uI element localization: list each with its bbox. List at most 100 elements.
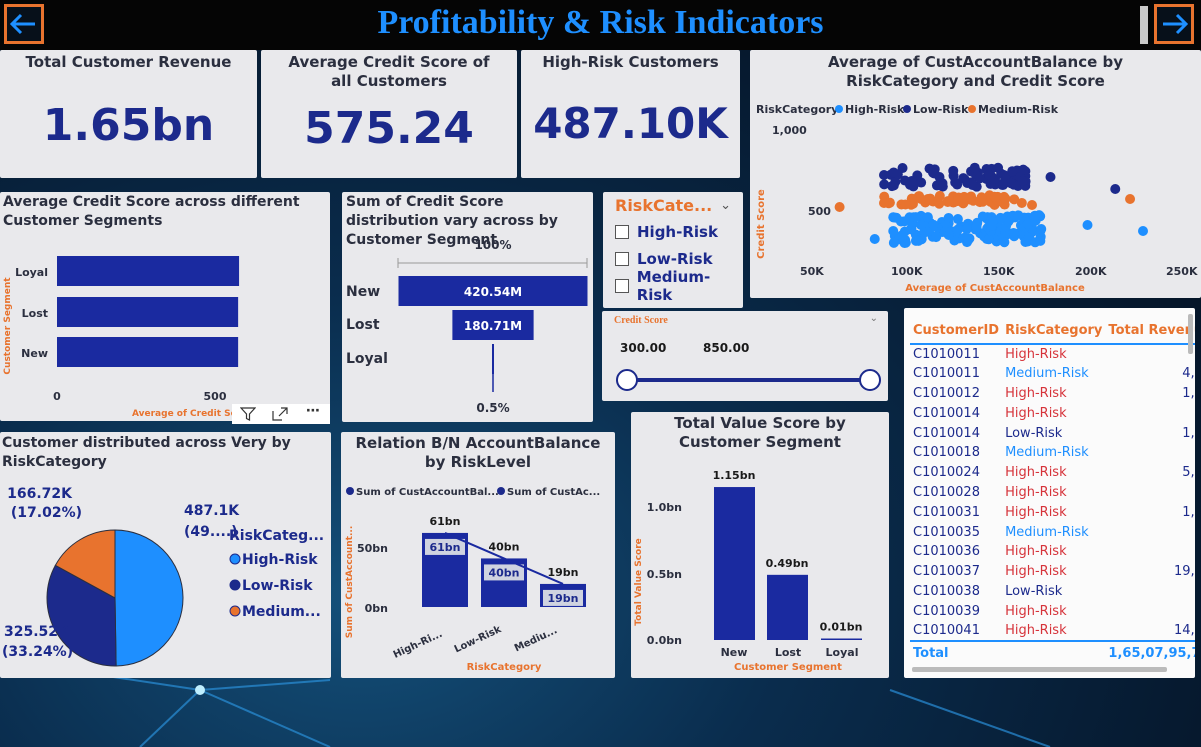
table-row[interactable]: C1010018 Medium-Risk 30. — [910, 443, 1195, 463]
column-header[interactable]: RiskCategory — [1002, 318, 1106, 345]
legend-dot-high — [229, 553, 241, 565]
pie-label: 325.52K — [4, 624, 70, 640]
vertical-scrollbar[interactable] — [1188, 314, 1193, 354]
risk-category-cell: High-Risk — [1005, 564, 1067, 580]
range-min-input[interactable]: 300.00 — [614, 335, 690, 361]
range-label: Credit Score — [614, 315, 668, 326]
scatter-point — [974, 173, 985, 184]
slicer-option-low-risk[interactable]: Low-Risk — [615, 248, 743, 269]
customer-id-cell: C1010028 — [913, 484, 980, 500]
bar-value-label: 0.01bn — [820, 621, 863, 634]
slicer-option-medium-risk[interactable]: Medium-Risk — [615, 268, 743, 304]
scatter-point — [937, 181, 948, 192]
arrow-left-icon — [9, 13, 35, 35]
scatter-point — [1082, 220, 1093, 230]
table-row[interactable]: C1010041 High-Risk 14,500. — [910, 621, 1195, 641]
bar-value-label: 1.15bn — [713, 469, 756, 482]
legend-label: High-Risk — [845, 103, 905, 116]
risk-category-cell: High-Risk — [1005, 504, 1067, 520]
value-score-chart: Total Value Score 1.0bn 0.5bn 0.0bn 1.15… — [634, 469, 863, 673]
legend-label: High-Risk — [242, 552, 318, 568]
value-bar[interactable] — [821, 638, 862, 641]
scatter-point — [869, 234, 880, 244]
funnel-bar[interactable] — [492, 344, 494, 374]
y-tick: 50bn — [357, 542, 388, 555]
table-body: C1010011 High-Risk 356. C1010011 Medium-Risk… — [910, 344, 1195, 665]
table-row[interactable]: C1010011 Medium-Risk 4,750. — [910, 364, 1195, 384]
back-button[interactable] — [4, 4, 44, 44]
table-row[interactable]: C1010014 Low-Risk 1,205. — [910, 423, 1195, 443]
table-row[interactable]: C1010012 High-Risk 1,499. — [910, 384, 1195, 404]
column-header[interactable]: Total Revenue — [1105, 318, 1195, 345]
x-tick: 500 — [204, 390, 227, 403]
funnel-value-label: 180.71M — [464, 319, 522, 333]
value-bar[interactable] — [714, 487, 755, 640]
table-row[interactable]: C1010028 High-Risk 557. — [910, 483, 1195, 503]
scatter-point — [990, 192, 1000, 202]
forward-button[interactable] — [1154, 4, 1194, 44]
table-row[interactable]: C1010039 High-Risk 915. — [910, 601, 1195, 621]
range-track[interactable] — [628, 378, 870, 382]
table-row[interactable]: C1010011 High-Risk 356. — [910, 344, 1195, 364]
table-row[interactable]: C1010035 Medium-Risk 750. — [910, 522, 1195, 542]
scatter-point — [879, 170, 889, 180]
pie-slice[interactable] — [114, 529, 184, 667]
y-tick: 1,000 — [772, 124, 807, 137]
y-axis-label: Customer Segment — [3, 277, 13, 375]
range-max-input[interactable]: 850.00 — [697, 335, 773, 361]
table-row[interactable]: C1010037 High-Risk 19,680. — [910, 562, 1195, 582]
legend-dot — [497, 487, 505, 495]
chevron-down-icon[interactable]: ⌄ — [870, 313, 878, 324]
more-options-icon[interactable]: ⋯ — [296, 404, 330, 424]
horizontal-scrollbar[interactable] — [912, 667, 1167, 672]
arrow-right-icon — [1163, 13, 1189, 35]
slicer-header: RiskCate... — [615, 196, 713, 215]
pie-card: Customer distributed across Very by Risk… — [0, 432, 331, 678]
total-value: 1,65,07,95,731. — [1105, 639, 1195, 665]
table-row[interactable]: C1010031 High-Risk 1,864. — [910, 502, 1195, 522]
x-tick: 200K — [1075, 265, 1107, 278]
chevron-down-icon[interactable]: ⌄ — [720, 198, 731, 213]
segment-bar-card: Average Credit Score across different Cu… — [0, 192, 330, 424]
category-label: Loyal — [346, 351, 388, 367]
kpi-value: 1.65bn — [42, 100, 215, 151]
scatter-point — [952, 179, 963, 190]
checkbox[interactable] — [615, 278, 629, 293]
x-tick: 250K — [1166, 265, 1198, 278]
total-revenue-cell: 5,000. — [1182, 465, 1195, 481]
scatter-point — [990, 174, 1000, 184]
table-row[interactable]: C1010024 High-Risk 5,000. — [910, 463, 1195, 483]
total-revenue-cell: 1,205. — [1182, 425, 1195, 441]
scatter-point — [976, 192, 987, 203]
customer-id-cell: C1010041 — [913, 623, 980, 639]
table-row[interactable]: C1010014 High-Risk 250. — [910, 403, 1195, 423]
segment-bars — [57, 256, 240, 367]
y-tick: 0.0bn — [647, 634, 682, 647]
scatter-point — [1110, 184, 1121, 194]
segment-bar[interactable] — [57, 256, 240, 286]
total-revenue-cell: 100. — [1105, 582, 1196, 602]
range-max-handle[interactable] — [859, 369, 881, 391]
kpi-label: High-Risk Customers — [542, 53, 719, 71]
risk-category-cell: High-Risk — [1005, 405, 1067, 421]
segment-bar[interactable] — [57, 337, 239, 367]
slicer-option-high-risk[interactable]: High-Risk — [615, 221, 743, 242]
value-bar[interactable] — [767, 574, 808, 640]
checkbox[interactable] — [615, 251, 629, 266]
column-header[interactable]: CustomerID — [910, 318, 1003, 345]
slicer-option-label: Low-Risk — [637, 249, 713, 268]
range-min-handle[interactable] — [616, 369, 638, 391]
scatter-point — [888, 180, 899, 191]
focus-mode-icon[interactable] — [264, 404, 296, 424]
customer-id-cell: C1010011 — [913, 366, 980, 382]
filter-icon[interactable] — [232, 404, 264, 424]
table-row[interactable]: C1010036 High-Risk 208. — [910, 542, 1195, 562]
total-revenue-cell: 208. — [1105, 542, 1196, 562]
table-row[interactable]: C1010038 Low-Risk 100. — [910, 582, 1195, 602]
checkbox[interactable] — [615, 224, 629, 239]
credit-score-range-slicer: Credit Score ⌄ 300.00 850.00 — [602, 311, 888, 401]
segment-bar[interactable] — [57, 297, 239, 327]
scatter-point — [899, 216, 910, 227]
risk-category-cell: High-Risk — [1005, 623, 1067, 639]
scatter-point — [961, 224, 972, 235]
